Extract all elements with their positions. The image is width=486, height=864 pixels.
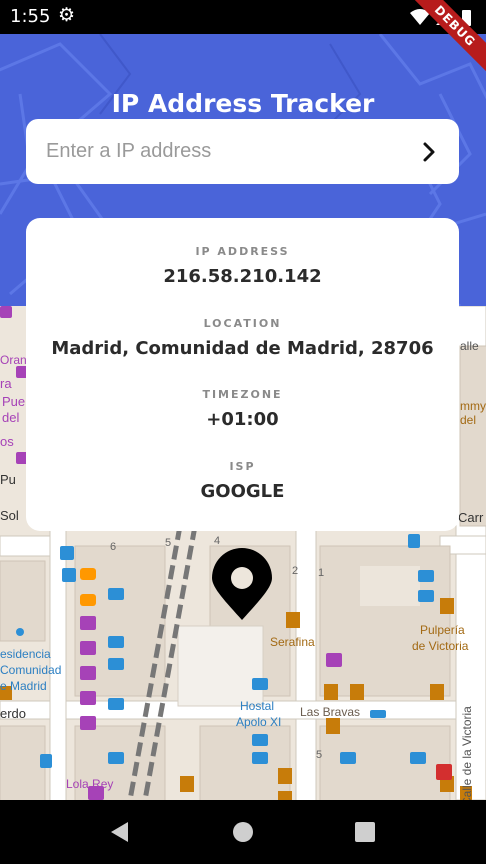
chevron-right-icon (423, 142, 435, 162)
map-label-erdo: erdo (0, 706, 26, 721)
home-circle-icon[interactable] (231, 820, 255, 844)
timezone-label: TIMEZONE (202, 388, 283, 401)
map-label-calle-right: alle (460, 339, 479, 353)
map-number-4: 4 (214, 535, 220, 547)
map-label-bravas: Las Bravas (300, 705, 360, 719)
map-label-lola: Lola Rey (66, 777, 113, 791)
map-label-serafina: Serafina (270, 635, 315, 649)
map-label-mmy: mmy (460, 399, 486, 413)
map-label-os: os (0, 434, 14, 449)
location-value: Madrid, Comunidad de Madrid, 28706 (51, 338, 434, 359)
map-number-5b: 5 (316, 749, 322, 761)
map-number-1: 1 (318, 567, 324, 579)
map-label-madrid: e Madrid (0, 679, 47, 693)
settings-icon: ⚙ (58, 5, 76, 26)
map-label-carr: Carr (458, 510, 484, 525)
map-label-pu: Pu (0, 472, 16, 487)
map-number-2: 2 (292, 565, 298, 577)
map-label-oran: Oran (0, 353, 27, 367)
map-number-6: 6 (110, 541, 116, 553)
map-label-pulperia: Pulpería (420, 623, 465, 637)
app-title: IP Address Tracker (111, 89, 375, 118)
search-card (26, 119, 459, 184)
map-label-apolo: Apolo XI (236, 715, 281, 729)
ip-address-section: IP ADDRESS 216.58.210.142 (26, 245, 459, 287)
search-submit-button[interactable] (413, 136, 445, 168)
android-nav-bar (0, 800, 486, 864)
map-label-victoria: de Victoria (412, 639, 469, 653)
map-label-hostal: Hostal (240, 699, 274, 713)
map-label-ra: ra (0, 376, 12, 391)
location-label: LOCATION (203, 317, 282, 330)
status-bar: 1:55 ⚙ (0, 0, 486, 34)
location-section: LOCATION Madrid, Comunidad de Madrid, 28… (26, 317, 459, 359)
map-label-calle-victoria: Calle de la Victoria (460, 706, 474, 800)
isp-section: ISP GOOGLE (26, 460, 459, 502)
map-label-del-right: del (460, 413, 476, 427)
timezone-section: TIMEZONE +01:00 (26, 388, 459, 430)
ip-search-input[interactable] (46, 119, 406, 184)
ip-address-value: 216.58.210.142 (163, 266, 322, 287)
map-label-residencia: esidencia (0, 647, 51, 661)
timezone-value: +01:00 (206, 409, 279, 430)
map-label-sol: Sol (0, 508, 19, 523)
isp-label: ISP (229, 460, 256, 473)
map-label-puer: Pue (2, 394, 25, 409)
isp-value: GOOGLE (200, 481, 285, 502)
back-triangle-icon[interactable] (108, 820, 132, 844)
ip-info-card: IP ADDRESS 216.58.210.142 LOCATION Madri… (26, 218, 459, 531)
map-label-del: del (2, 410, 19, 425)
map-number-5: 5 (165, 537, 171, 549)
recents-square-icon[interactable] (353, 820, 377, 844)
map-label-comunidad: Comunidad (0, 663, 61, 677)
ip-address-label: IP ADDRESS (195, 245, 290, 258)
status-time: 1:55 (10, 6, 51, 27)
